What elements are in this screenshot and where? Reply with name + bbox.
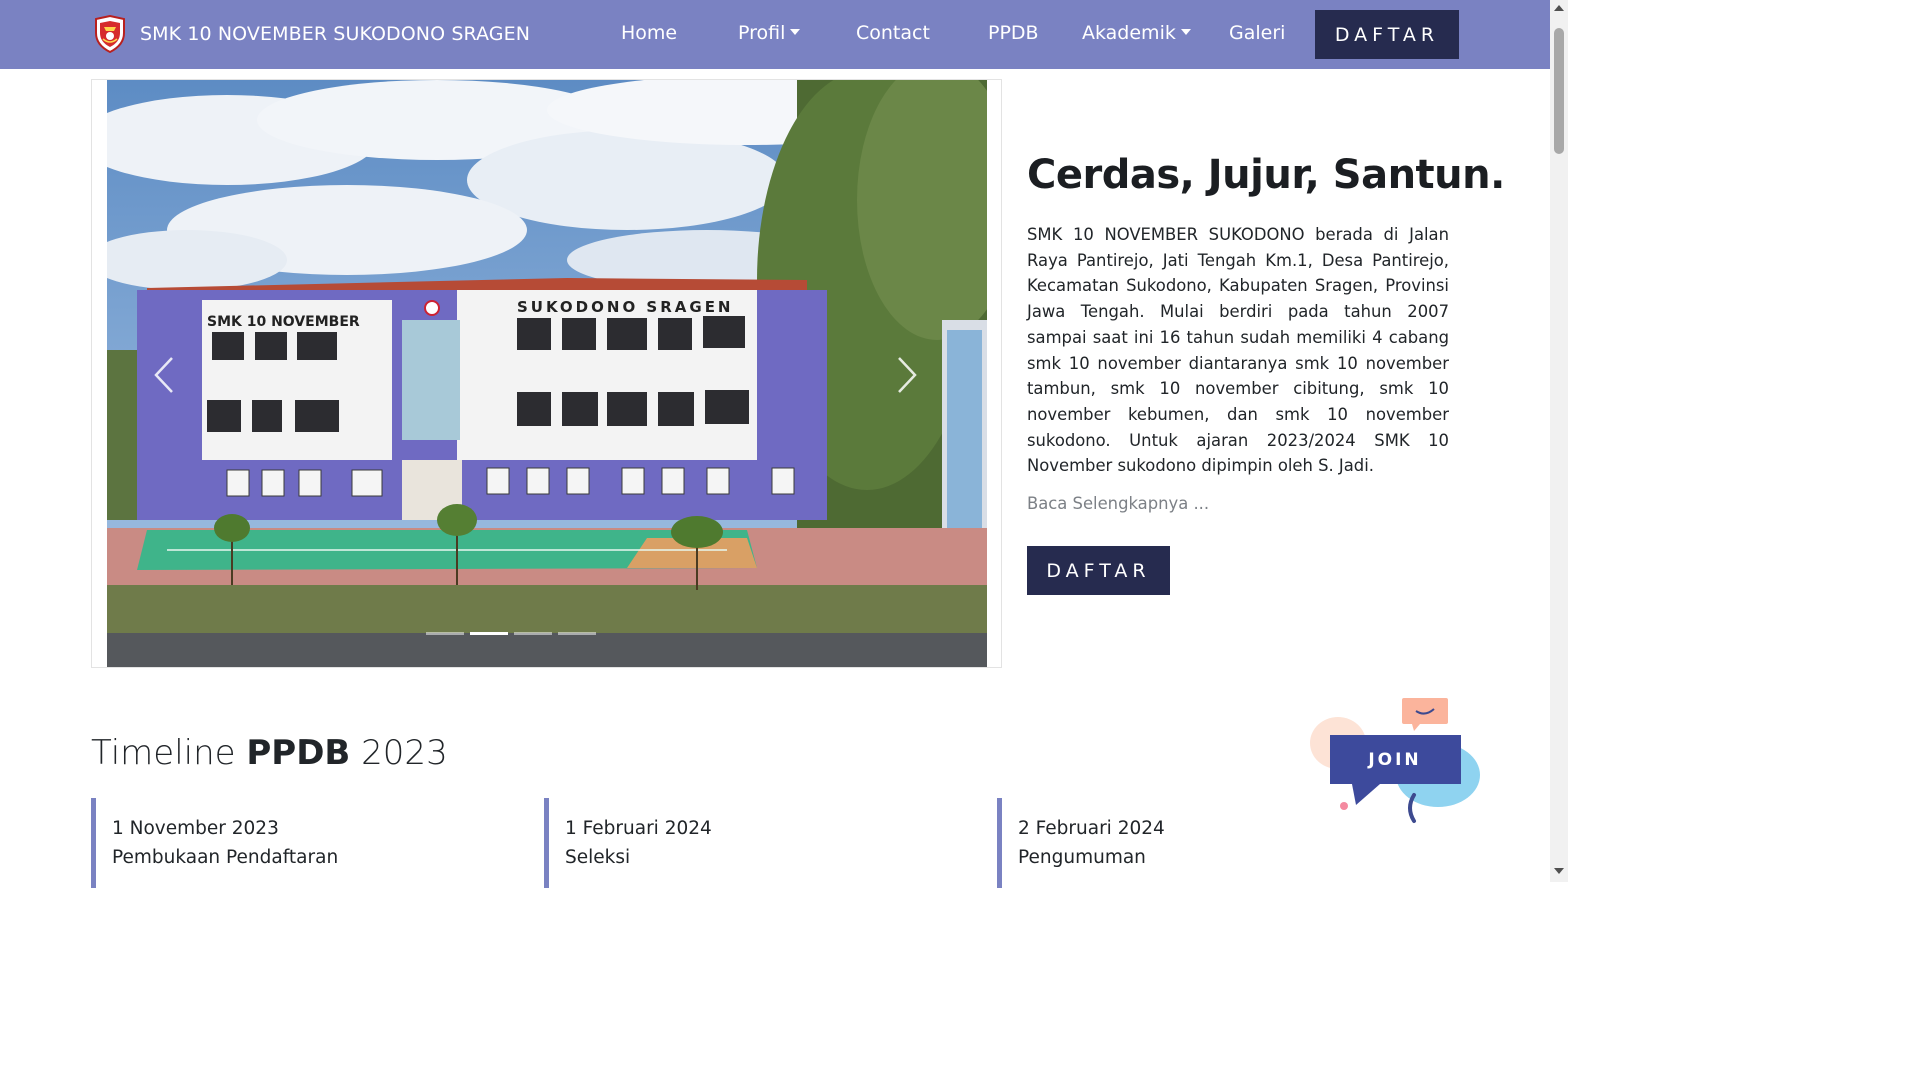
school-building-photo: SMK 10 NOVEMBER SUKODONO SRAGEN [107, 80, 987, 667]
caret-down-icon [790, 28, 801, 35]
timeline-heading: Timeline PPDB 2023 [91, 733, 448, 773]
nav-akademik-dropdown[interactable]: Akademik [1082, 22, 1191, 44]
carousel-indicator-3[interactable] [514, 632, 552, 635]
navbar: SMK 10 NOVEMBER SUKODONO SRAGEN Home Pro… [0, 0, 1550, 69]
hero-carousel: SMK 10 NOVEMBER SUKODONO SRAGEN [91, 79, 1002, 668]
hero-daftar-button[interactable]: DAFTAR [1027, 546, 1170, 595]
timeline-date: 1 November 2023 [112, 818, 279, 839]
page-scrollbar[interactable] [1550, 0, 1568, 882]
timeline-label: Pembukaan Pendaftaran [112, 847, 339, 868]
building-sign-right: SUKODONO SRAGEN [517, 298, 734, 316]
timeline-heading-prefix: Timeline [91, 733, 247, 773]
nav-contact[interactable]: Contact [856, 22, 930, 44]
timeline-date: 1 Februari 2024 [565, 818, 712, 839]
timeline-item: 1 Februari 2024 Seleksi [544, 798, 964, 888]
chevron-right-icon [898, 357, 917, 393]
scroll-up-arrow-icon[interactable] [1554, 5, 1564, 11]
nav-profil-label: Profil [738, 22, 786, 44]
nav-akademik-label: Akademik [1082, 22, 1176, 44]
chat-bubble-icon: JOIN [1310, 698, 1480, 823]
scrollbar-thumb[interactable] [1554, 28, 1564, 154]
caret-down-icon [1180, 28, 1191, 35]
timeline-label: Pengumuman [1018, 847, 1146, 868]
timeline-label: Seleksi [565, 847, 631, 868]
nav-galeri[interactable]: Galeri [1229, 22, 1285, 44]
carousel-indicator-4[interactable] [558, 632, 596, 635]
carousel-indicator-1[interactable] [426, 632, 464, 635]
school-shield-icon [93, 14, 127, 54]
hero-title: Cerdas, Jujur, Santun. [1027, 152, 1505, 198]
timeline-heading-bold: PPDB [246, 733, 351, 773]
read-more-link[interactable]: Baca Selengkapnya ... [1027, 494, 1209, 513]
join-label: JOIN [1367, 750, 1421, 770]
nav-home[interactable]: Home [621, 22, 677, 44]
timeline-item: 1 November 2023 Pembukaan Pendaftaran [91, 798, 511, 888]
hero-description: SMK 10 NOVEMBER SUKODONO berada di Jalan… [1027, 225, 1449, 476]
brand-link[interactable]: SMK 10 NOVEMBER SUKODONO SRAGEN [93, 14, 530, 54]
brand-name: SMK 10 NOVEMBER SUKODONO SRAGEN [140, 23, 531, 45]
carousel-prev-button[interactable] [144, 350, 184, 400]
chevron-left-icon [154, 357, 173, 393]
carousel-indicators [426, 632, 596, 635]
carousel-indicator-2[interactable] [470, 632, 508, 635]
scroll-down-arrow-icon[interactable] [1554, 868, 1564, 874]
nav-daftar-button[interactable]: DAFTAR [1315, 10, 1459, 59]
carousel-next-button[interactable] [887, 350, 927, 400]
nav-ppdb[interactable]: PPDB [988, 22, 1039, 44]
nav-profil-dropdown[interactable]: Profil [738, 22, 801, 44]
building-sign-left: SMK 10 NOVEMBER [207, 314, 360, 330]
timeline-heading-suffix: 2023 [350, 733, 448, 773]
join-chat-widget[interactable]: JOIN [1308, 693, 1484, 828]
